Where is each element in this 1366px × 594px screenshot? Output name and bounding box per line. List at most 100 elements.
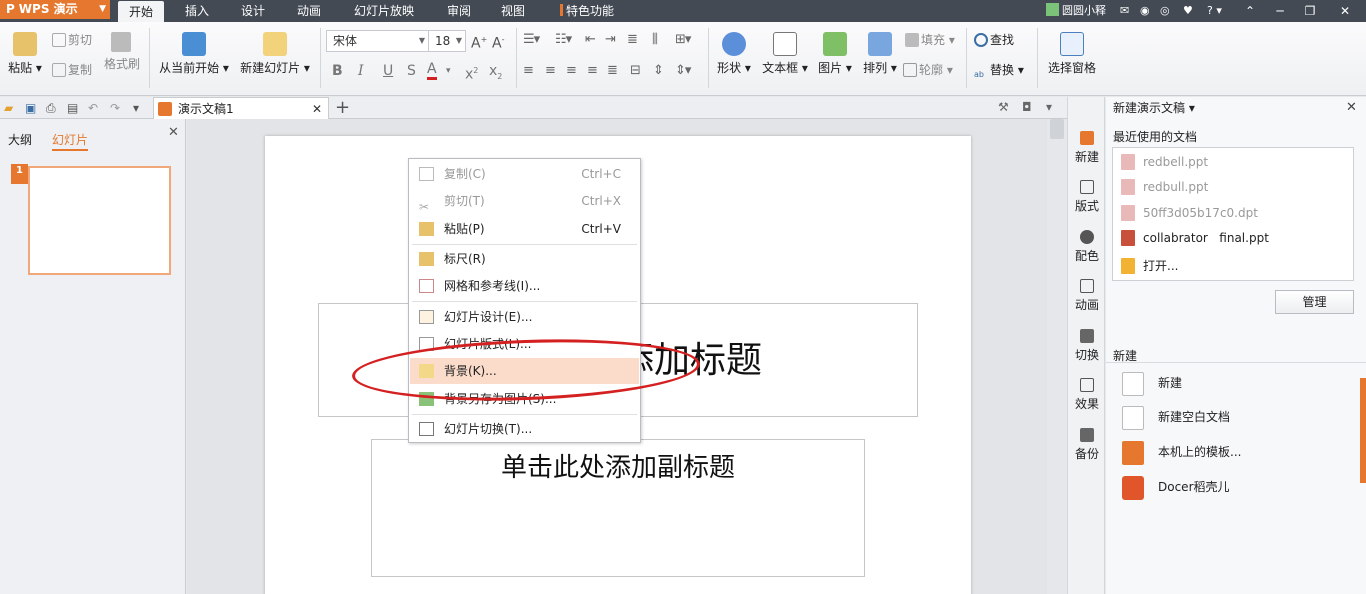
tab-slideshow[interactable]: 幻灯片放映 — [342, 0, 426, 22]
numbering-icon[interactable]: ☷▾ — [555, 32, 572, 48]
spacing-icon[interactable]: ⇕ — [653, 63, 664, 79]
close-pane-icon[interactable]: ✕ — [168, 125, 179, 140]
tab-slides[interactable]: 幻灯片 — [52, 131, 89, 151]
font-size-select[interactable]: 18 ▼ — [428, 30, 466, 52]
format-painter-button[interactable]: 格式刷 — [104, 32, 140, 72]
manage-button[interactable]: 管理 — [1275, 290, 1354, 314]
minimize-icon[interactable]: ─ — [1265, 0, 1295, 22]
tab-pin-icon[interactable]: ◘ — [1022, 100, 1032, 114]
close-task-pane-icon[interactable]: ✕ — [1346, 97, 1357, 119]
task-pane-collapse-handle[interactable] — [1360, 378, 1366, 483]
ribbon-collapse-icon[interactable]: ⌃ — [1235, 0, 1265, 22]
recent-file[interactable]: redbull.ppt — [1119, 178, 1208, 196]
justify-icon[interactable]: ≡ — [587, 63, 598, 79]
menu-item-slide-transition[interactable]: 幻灯片切换(T)... — [410, 416, 639, 442]
close-icon[interactable]: ✕ — [1330, 0, 1360, 22]
subscript-icon[interactable]: x2 — [489, 62, 502, 86]
recent-file[interactable]: redbell.ppt — [1119, 153, 1208, 171]
shadow-icon[interactable]: S — [407, 62, 416, 80]
grow-font-icon[interactable]: A+ — [471, 31, 487, 53]
bold-icon[interactable]: B — [332, 62, 343, 80]
recent-file[interactable]: 50ff3d05b17c0.dpt — [1119, 204, 1258, 222]
bullets-icon[interactable]: ☰▾ — [523, 32, 540, 48]
redo-icon[interactable]: ↷ — [110, 100, 120, 116]
vertical-scrollbar[interactable] — [1047, 119, 1067, 594]
tab-menu-icon[interactable]: ▾ — [1046, 100, 1052, 114]
new-tab-icon[interactable]: + — [335, 97, 350, 119]
sidebar-item-color-scheme[interactable]: 配色 — [1068, 230, 1106, 264]
scrollbar-thumb[interactable] — [1050, 119, 1064, 139]
paste-button[interactable]: 粘贴 ▾ — [6, 32, 44, 76]
fill-button[interactable]: 填充 ▾ — [905, 32, 955, 48]
outline-button[interactable]: 轮廓 ▾ — [903, 62, 953, 78]
menu-item-copy[interactable]: 复制(C) Ctrl+C — [410, 161, 639, 187]
tab-tools-icon[interactable]: ⚒ — [998, 100, 1009, 114]
new-presentation-link[interactable]: 新建 — [1122, 372, 1182, 396]
align-right-icon[interactable]: ≡ — [566, 63, 577, 79]
customize-toolbar-icon[interactable]: ▾ — [133, 100, 139, 116]
font-color-icon[interactable]: A — [427, 62, 437, 80]
new-slide-button[interactable]: 新建幻灯片 ▾ — [238, 32, 312, 76]
skin-icon[interactable]: ◉ — [1140, 3, 1150, 19]
sidebar-item-new[interactable]: 新建 — [1068, 131, 1106, 165]
replace-button[interactable]: ab 替换 ▾ — [974, 62, 1024, 81]
menu-item-slide-design[interactable]: 幻灯片设计(E)... — [410, 304, 639, 330]
app-menu-button[interactable]: P WPS 演示 ▼ — [0, 0, 110, 19]
tab-animation[interactable]: 动画 — [286, 0, 332, 22]
tab-view[interactable]: 视图 — [490, 0, 536, 22]
document-tab[interactable]: 演示文稿1 ✕ — [153, 97, 329, 119]
open-folder-icon[interactable]: ▰ — [4, 100, 13, 116]
print-icon[interactable]: ⎙ — [46, 100, 56, 116]
superscript-icon[interactable]: x2 — [465, 62, 478, 84]
help-icon[interactable]: ? ▾ — [1207, 3, 1222, 19]
menu-item-grid-guides[interactable]: 网格和参考线(I)... — [410, 273, 639, 299]
underline-icon[interactable]: U — [383, 62, 393, 80]
docer-link[interactable]: Docer稻壳儿 — [1122, 476, 1230, 500]
sidebar-item-layout[interactable]: 版式 — [1068, 180, 1106, 214]
chevron-down-icon[interactable]: ▾ — [446, 62, 451, 80]
distribute-icon[interactable]: ≣ — [607, 63, 618, 79]
restore-icon[interactable]: ❐ — [1295, 0, 1325, 22]
copy-button[interactable]: 复制 — [52, 62, 92, 78]
sidebar-item-animation[interactable]: 动画 — [1068, 279, 1106, 313]
tab-review[interactable]: 审阅 — [436, 0, 482, 22]
new-blank-document-link[interactable]: 新建空白文档 — [1122, 406, 1230, 430]
shrink-font-icon[interactable]: A- — [492, 31, 504, 53]
align-left-icon[interactable]: ≡ — [523, 63, 534, 79]
columns-icon[interactable]: ⫼ — [652, 32, 658, 48]
vertical-align-icon[interactable]: ⊟ — [630, 63, 641, 79]
slide-thumbnail[interactable] — [28, 166, 171, 275]
sidebar-item-backup[interactable]: 备份 — [1068, 428, 1106, 462]
tab-outline[interactable]: 大纲 — [8, 131, 32, 149]
tab-home[interactable]: 开始 — [118, 1, 164, 22]
textbox-button[interactable]: 文本框 ▾ — [760, 32, 810, 76]
menu-item-cut[interactable]: ✂ 剪切(T) Ctrl+X — [410, 188, 639, 214]
local-templates-link[interactable]: 本机上的模板... — [1122, 441, 1241, 465]
tab-special-features[interactable]: 特色功能 — [552, 0, 622, 22]
sidebar-item-effects[interactable]: 效果 — [1068, 378, 1106, 412]
align-center-icon[interactable]: ≡ — [545, 63, 556, 79]
open-file-link[interactable]: 打开... — [1119, 257, 1178, 275]
close-tab-icon[interactable]: ✕ — [312, 98, 322, 120]
tab-design[interactable]: 设计 — [230, 0, 276, 22]
pin-icon[interactable]: ♥ — [1183, 3, 1193, 19]
find-button[interactable]: 查找 — [974, 32, 1014, 48]
user-account[interactable]: 圆圆小释 — [1046, 2, 1106, 20]
selection-pane-button[interactable]: 选择窗格 — [1045, 32, 1099, 76]
recent-file[interactable]: collabrator final.ppt — [1119, 229, 1269, 247]
tab-insert[interactable]: 插入 — [174, 0, 220, 22]
italic-icon[interactable]: I — [358, 62, 364, 80]
menu-item-paste[interactable]: 粘贴(P) Ctrl+V — [410, 216, 639, 242]
line-spacing-icon[interactable]: ⇕▾ — [675, 63, 691, 79]
shape-button[interactable]: 形状 ▾ — [714, 32, 754, 76]
line-break-icon[interactable]: ≣ — [627, 32, 638, 48]
text-direction-icon[interactable]: ⊞▾ — [675, 32, 691, 48]
arrange-button[interactable]: 排列 ▾ — [860, 32, 900, 76]
mail-icon[interactable]: ✉ — [1120, 3, 1129, 19]
task-pane-title-dropdown[interactable]: 新建演示文稿 ▾ — [1113, 97, 1195, 119]
save-icon[interactable]: ▣ — [25, 100, 36, 116]
cut-button[interactable]: 剪切 — [52, 32, 92, 48]
subtitle-placeholder[interactable]: 单击此处添加副标题 — [371, 439, 865, 577]
decrease-indent-icon[interactable]: ⇤ — [585, 32, 596, 48]
print-preview-icon[interactable]: ▤ — [67, 100, 78, 116]
